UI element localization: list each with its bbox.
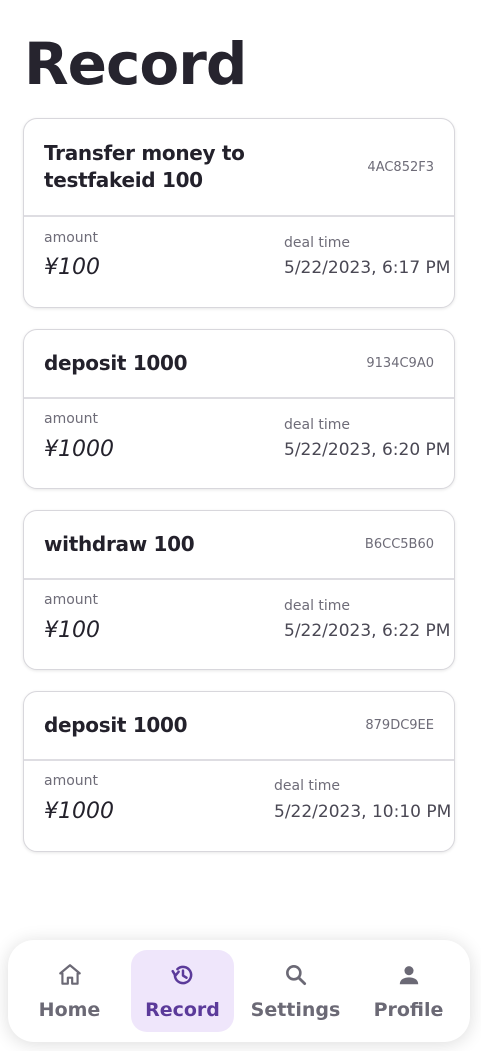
bottom-nav: Home Record Settings Profile [8,940,470,1042]
nav-item-record[interactable]: Record [131,950,234,1032]
amount-value: ¥100 [44,255,100,280]
nav-item-home[interactable]: Home [18,950,121,1032]
record-card[interactable]: deposit 1000 9134C9A0 amount ¥1000 deal … [23,329,455,489]
record-card-body: amount ¥1000 deal time 5/22/2023, 6:20 P… [24,399,454,488]
deal-time-value: 5/22/2023, 6:22 PM [284,621,451,641]
record-title: deposit 1000 [44,351,188,375]
deal-time-label: deal time [284,417,351,433]
record-id: 879DC9EE [365,718,434,733]
record-list: Transfer money to testfakeid 100 4AC852F… [23,118,455,873]
search-icon [285,965,306,986]
record-id: B6CC5B60 [364,537,434,552]
record-title: withdraw 100 [44,532,195,556]
record-card-body: amount ¥100 deal time 5/22/2023, 6:17 PM [24,217,454,307]
deal-time-label: deal time [284,598,351,614]
record-card-header: Transfer money to testfakeid 100 4AC852F… [24,119,454,217]
nav-label-settings: Settings [250,999,341,1021]
record-card[interactable]: deposit 1000 879DC9EE amount ¥1000 deal … [23,691,455,852]
record-title: deposit 1000 [44,713,188,737]
amount-label: amount [44,592,99,608]
amount-label: amount [44,230,99,246]
deal-time-value: 5/22/2023, 10:10 PM [274,802,452,822]
record-id: 4AC852F3 [367,159,434,175]
history-icon [170,965,192,985]
deal-time-value: 5/22/2023, 6:20 PM [284,440,451,460]
record-card-header: deposit 1000 879DC9EE [24,692,454,761]
deal-time-label: deal time [284,235,351,251]
nav-item-profile[interactable]: Profile [357,950,460,1032]
record-card-body: amount ¥1000 deal time 5/22/2023, 10:10 … [24,761,454,851]
amount-label: amount [44,411,99,427]
record-card-body: amount ¥100 deal time 5/22/2023, 6:22 PM [24,580,454,669]
record-id: 9134C9A0 [366,356,434,371]
record-card[interactable]: Transfer money to testfakeid 100 4AC852F… [23,118,455,308]
record-title: Transfer money to testfakeid 100 [44,141,245,192]
record-card-header: withdraw 100 B6CC5B60 [24,511,454,580]
home-icon [58,964,81,985]
nav-item-settings[interactable]: Settings [244,950,347,1032]
record-page: Record Transfer money to testfakeid 100 … [0,0,481,1051]
amount-value: ¥1000 [44,437,114,462]
person-icon [399,966,418,985]
deal-time-label: deal time [274,778,341,794]
record-card-header: deposit 1000 9134C9A0 [24,330,454,399]
amount-label: amount [44,773,99,789]
nav-label-home: Home [38,999,101,1021]
deal-time-value: 5/22/2023, 6:17 PM [284,258,451,278]
amount-value: ¥100 [44,618,100,643]
nav-label-record: Record [145,999,220,1021]
amount-value: ¥1000 [44,799,114,824]
nav-label-profile: Profile [373,999,444,1021]
record-card[interactable]: withdraw 100 B6CC5B60 amount ¥100 deal t… [23,510,455,670]
page-title: Record [24,30,247,98]
